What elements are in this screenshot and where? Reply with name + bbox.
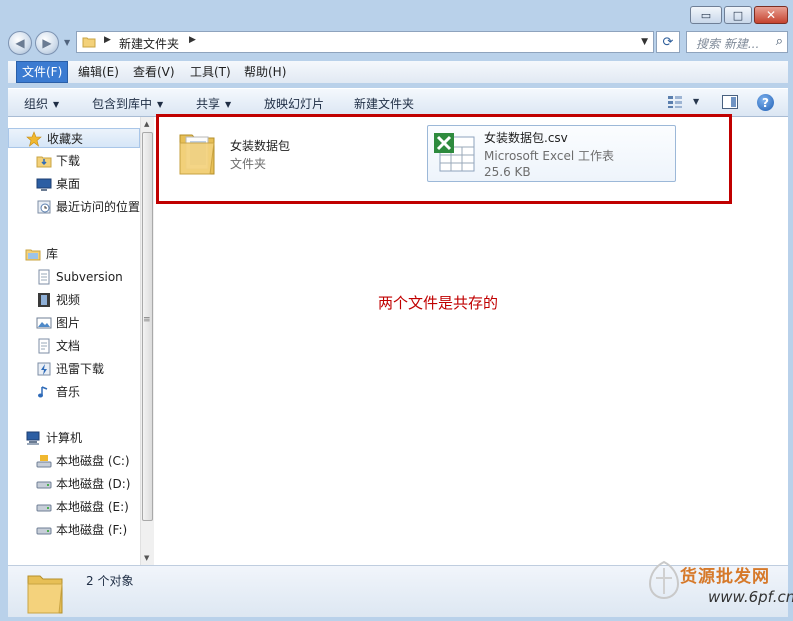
recent-places-icon <box>37 200 51 214</box>
sidebar-item-label: 迅雷下载 <box>56 362 105 376</box>
sidebar-item-label: Subversion <box>56 270 123 284</box>
sidebar-item-label: 本地磁盘 (F:) <box>56 523 128 537</box>
watermark-url: www.6pf.cn <box>708 588 793 606</box>
search-placeholder: 搜索 新建... <box>696 37 760 51</box>
navigation-scrollbar[interactable]: ▲ ≡ ▼ <box>140 117 154 565</box>
address-dropdown-icon[interactable]: ▼ <box>641 37 648 47</box>
item-count: 2 个对象 <box>86 574 134 588</box>
help-icon[interactable]: ? <box>757 94 774 111</box>
watermark-logo: 货源批发网 www.6pf.cn <box>646 556 793 614</box>
maximize-button[interactable]: □ <box>724 6 752 24</box>
watermark-title: 货源批发网 <box>680 567 770 587</box>
back-button[interactable]: ◀ <box>8 31 32 55</box>
minimize-icon: ▭ <box>700 8 712 22</box>
organize-label: 组织 <box>24 97 49 111</box>
pictures-icon <box>36 317 52 329</box>
downloads-folder-icon <box>36 156 52 168</box>
chevron-down-icon: ▼ <box>53 100 60 109</box>
video-icon <box>38 293 50 307</box>
explorer-window: ▭ □ ✕ ◀ ▶ ▼ ▶ 新建文件夹 ▶ ▼ ⟳ 搜索 新建... ⌕ 文件(… <box>0 0 793 621</box>
slideshow-button[interactable]: 放映幻灯片 <box>264 95 324 112</box>
sidebar-item-label: 文档 <box>56 339 81 353</box>
breadcrumb-separator-icon[interactable]: ▶ <box>189 35 196 45</box>
include-in-library-button[interactable]: 包含到库中 ▼ <box>92 95 163 112</box>
library-icon <box>25 249 41 261</box>
sidebar-item-label: 本地磁盘 (E:) <box>56 500 129 514</box>
sidebar-item-label: 库 <box>46 247 59 261</box>
scroll-down-icon[interactable]: ▼ <box>144 554 149 562</box>
documents-icon <box>38 338 50 354</box>
menu-view[interactable]: 查看(V) <box>128 61 180 83</box>
watermark-emblem-icon <box>648 560 680 600</box>
menu-file[interactable]: 文件(F) <box>16 61 69 83</box>
sidebar-item-label: 下载 <box>56 154 81 168</box>
view-options-chevron-icon[interactable]: ▼ <box>693 97 699 106</box>
forward-button[interactable]: ▶ <box>35 31 59 55</box>
star-icon <box>26 131 42 147</box>
sidebar-item-label: 计算机 <box>46 431 83 445</box>
preview-pane-icon[interactable] <box>722 95 738 109</box>
drive-icon <box>36 527 52 535</box>
sidebar-item-label: 最近访问的位置 <box>56 200 141 214</box>
breadcrumb-separator-icon[interactable]: ▶ <box>104 35 111 45</box>
forward-arrow-icon: ▶ <box>42 36 52 50</box>
new-folder-button[interactable]: 新建文件夹 <box>354 95 414 112</box>
close-icon: ✕ <box>765 8 777 22</box>
sidebar-item-label: 视频 <box>56 293 81 307</box>
computer-icon <box>26 431 40 445</box>
search-input[interactable]: 搜索 新建... ⌕ <box>686 31 788 53</box>
sidebar-item-label: 音乐 <box>56 385 81 399</box>
organize-button[interactable]: 组织 ▼ <box>24 95 59 112</box>
sidebar-item-label: 桌面 <box>56 177 81 191</box>
sidebar-item-label: 本地磁盘 (C:) <box>56 454 130 468</box>
menu-tools[interactable]: 工具(T) <box>185 61 236 83</box>
highlight-box <box>156 114 732 204</box>
change-view-icon[interactable] <box>667 95 683 109</box>
menu-edit[interactable]: 编辑(E) <box>73 61 124 83</box>
maximize-icon: □ <box>732 8 744 22</box>
desktop-icon <box>36 178 52 191</box>
back-arrow-icon: ◀ <box>15 36 25 50</box>
share-label: 共享 <box>196 97 221 111</box>
thunder-downloads-icon <box>37 362 51 376</box>
music-icon <box>38 386 48 398</box>
refresh-button[interactable]: ⟳ <box>656 31 680 53</box>
scroll-up-icon[interactable]: ▲ <box>144 120 149 128</box>
drive-icon <box>36 481 52 489</box>
chevron-down-icon: ▼ <box>157 100 164 109</box>
scroll-grip-icon: ≡ <box>143 315 151 325</box>
sidebar-item-label: 图片 <box>56 316 81 330</box>
scrollbar-thumb[interactable] <box>142 132 153 521</box>
search-icon[interactable]: ⌕ <box>776 34 783 49</box>
annotation-text: 两个文件是共存的 <box>378 294 499 312</box>
folder-icon <box>82 37 96 48</box>
close-button[interactable]: ✕ <box>754 6 788 24</box>
menu-help[interactable]: 帮助(H) <box>239 61 291 83</box>
navigation-pane: 收藏夹 下载 桌面 最近访问的位置 库 Subversion 视频 图片 文档 … <box>8 117 140 565</box>
refresh-icon: ⟳ <box>662 34 674 50</box>
address-bar[interactable]: ▶ 新建文件夹 ▶ ▼ <box>76 31 654 53</box>
breadcrumb-current[interactable]: 新建文件夹 <box>119 35 179 52</box>
system-drive-icon <box>36 455 52 468</box>
sidebar-item-label: 收藏夹 <box>47 132 84 146</box>
include-in-library-label: 包含到库中 <box>92 97 153 111</box>
document-library-icon <box>38 269 50 285</box>
sidebar-item-label: 本地磁盘 (D:) <box>56 477 131 491</box>
minimize-button[interactable]: ▭ <box>690 6 722 24</box>
command-bar: 组织 ▼ 包含到库中 ▼ 共享 ▼ 放映幻灯片 新建文件夹 ▼ ? <box>8 88 788 117</box>
sidebar-item-favorites[interactable]: 收藏夹 <box>8 128 140 148</box>
chevron-down-icon: ▼ <box>225 100 232 109</box>
share-button[interactable]: 共享 ▼ <box>196 95 231 112</box>
drive-icon <box>36 504 52 512</box>
menu-bar: 文件(F) 编辑(E) 查看(V) 工具(T) 帮助(H) <box>8 61 788 83</box>
folder-icon <box>27 575 63 614</box>
recent-pages-chevron-icon[interactable]: ▼ <box>64 38 70 47</box>
